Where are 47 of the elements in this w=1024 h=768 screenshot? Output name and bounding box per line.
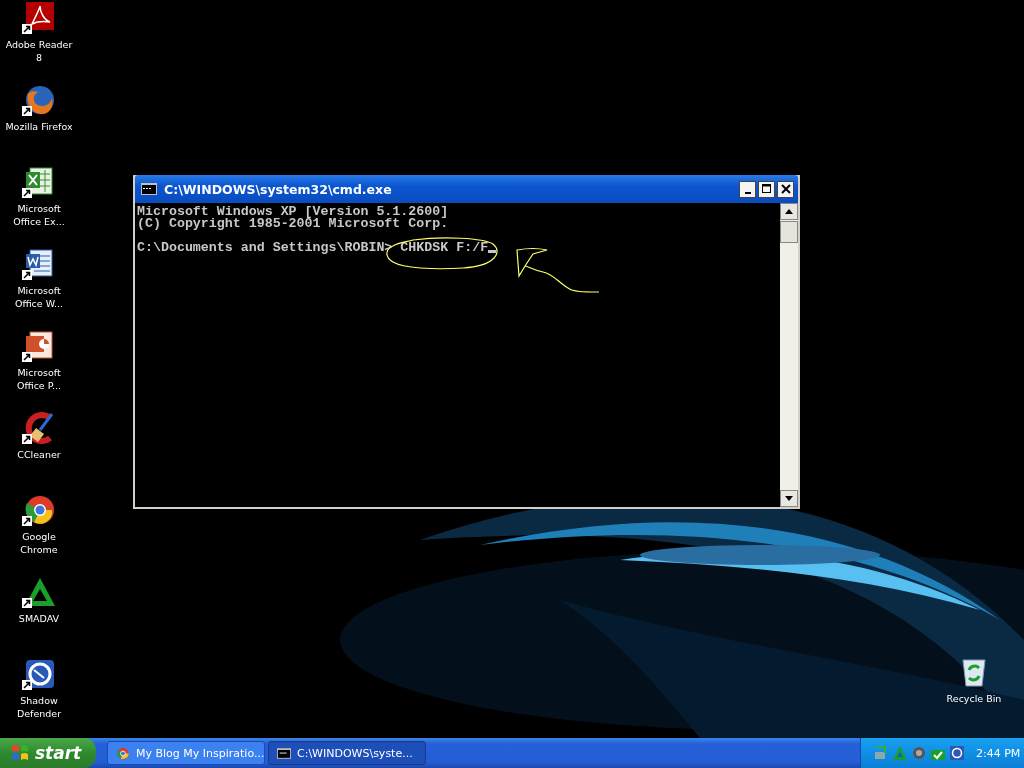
up-arrow-icon <box>785 209 793 214</box>
shield-icon[interactable] <box>949 745 965 761</box>
chrome-icon[interactable] <box>22 494 56 526</box>
console-prompt: C:\Documents and Settings\ROBIN> <box>137 242 393 254</box>
scroll-up-button[interactable] <box>780 203 798 220</box>
taskbar-button[interactable]: My Blog My Inspiratio... <box>107 741 265 765</box>
scroll-bar[interactable] <box>780 203 798 507</box>
minimize-icon <box>744 191 751 194</box>
icon-label[interactable]: SMADAV <box>3 612 75 625</box>
icon-label[interactable]: Microsoft Office W... <box>3 284 75 310</box>
triangle-icon[interactable] <box>22 576 56 608</box>
console-icon <box>277 746 291 760</box>
minimize-button[interactable] <box>739 180 756 198</box>
start-button[interactable]: start <box>0 738 96 768</box>
broom-icon[interactable] <box>22 412 56 444</box>
chrome-icon <box>116 746 130 760</box>
icon-label[interactable]: CCleaner <box>3 448 75 461</box>
console-text: (C) Copyright 1985-2001 Microsoft Corp. <box>137 218 450 230</box>
taskbar-button[interactable]: C:\WINDOWS\syste... <box>268 741 426 765</box>
close-icon <box>780 184 791 194</box>
icon-label[interactable]: Microsoft Office P... <box>3 366 75 392</box>
scroll-down-button[interactable] <box>780 490 798 507</box>
presentation-icon[interactable] <box>22 330 56 362</box>
maximize-button[interactable] <box>758 180 775 198</box>
window-title: C:\WINDOWS\system32\cmd.exe <box>164 181 393 197</box>
console-command: CHKDSK F:/F <box>400 242 489 254</box>
icon-label[interactable]: Adobe Reader 8 <box>3 38 75 64</box>
down-arrow-icon <box>785 496 793 501</box>
windows-flag-icon <box>10 744 30 762</box>
firefox-icon[interactable] <box>22 84 56 116</box>
spreadsheet-icon[interactable] <box>22 166 56 198</box>
clock: 2:44 PM <box>976 746 1021 760</box>
shield-icon[interactable] <box>22 658 56 690</box>
scroll-thumb[interactable] <box>780 221 798 243</box>
close-button[interactable] <box>777 180 794 198</box>
adobe-reader-icon[interactable] <box>22 2 56 34</box>
icon-label[interactable]: Shadow Defender <box>3 694 75 720</box>
document-icon[interactable] <box>22 248 56 280</box>
console-icon-small <box>141 183 157 195</box>
console-text: Microsoft Windows XP [Version 5.1.2600] <box>137 206 450 218</box>
icon-label[interactable]: Mozilla Firefox <box>3 120 75 133</box>
icon-label[interactable]: Recycle Bin <box>938 692 1010 705</box>
text-cursor <box>488 250 497 253</box>
icon-label[interactable]: Microsoft Office Ex... <box>3 202 75 228</box>
speaker-icon[interactable] <box>911 745 927 761</box>
maximize-icon <box>761 184 772 194</box>
icon-label[interactable]: Google Chrome <box>3 530 75 556</box>
